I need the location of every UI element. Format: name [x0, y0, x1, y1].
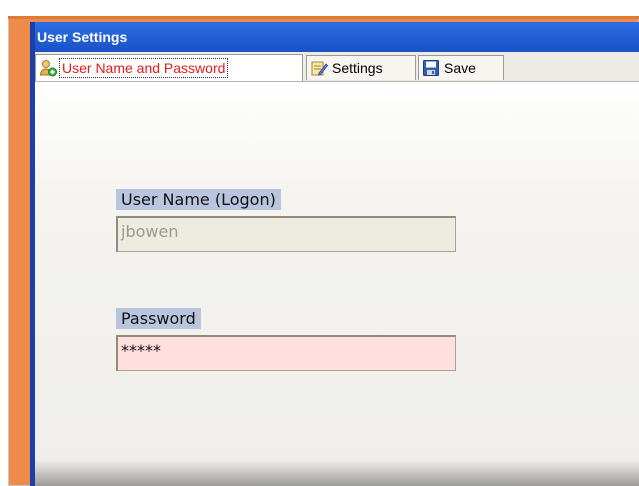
password-label: Password: [116, 308, 201, 329]
user-settings-window: User Settings User Name and Password Set…: [30, 22, 639, 486]
tab-settings[interactable]: Settings: [306, 55, 416, 80]
username-label: User Name (Logon): [116, 189, 281, 210]
bottom-shadow: [35, 460, 639, 486]
tab-content-panel: User Name (Logon) jbowen Password *****: [35, 82, 639, 486]
tab-user-name-and-password[interactable]: User Name and Password: [35, 54, 303, 81]
password-field[interactable]: *****: [116, 335, 456, 371]
tab-settings-label: Settings: [332, 60, 383, 76]
user-add-icon: [39, 59, 57, 77]
edit-settings-icon: [310, 59, 329, 77]
username-field[interactable]: jbowen: [116, 216, 456, 252]
tab-save[interactable]: Save: [418, 55, 504, 80]
tab-strip: User Name and Password Settings Save: [35, 52, 639, 82]
save-disk-icon: [422, 59, 440, 77]
window-title: User Settings: [35, 22, 639, 52]
tab-save-label: Save: [444, 60, 476, 76]
tab-user-name-and-password-label: User Name and Password: [59, 58, 229, 78]
frame-top-border: [8, 0, 639, 19]
